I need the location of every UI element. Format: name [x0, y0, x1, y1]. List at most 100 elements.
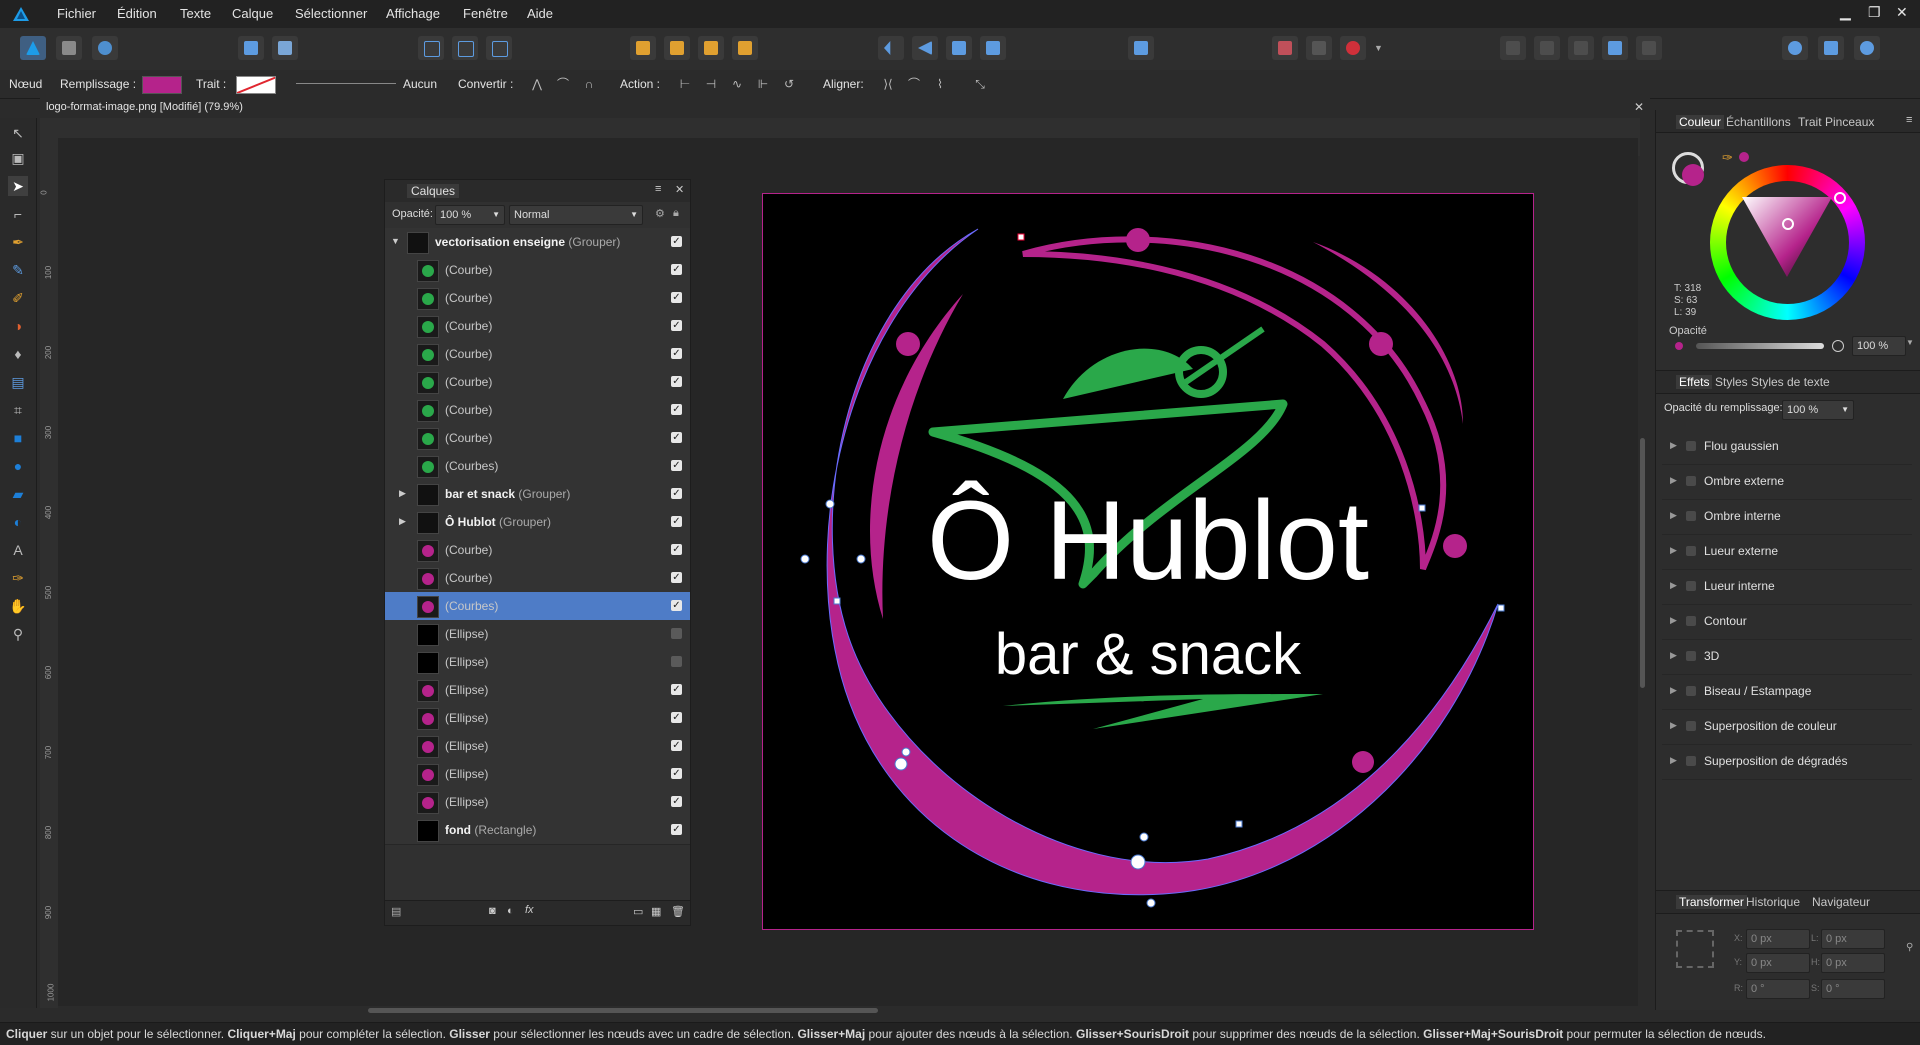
effect-row[interactable]: ▶ Lueur interne	[1662, 570, 1912, 605]
layer-row[interactable]: (Courbes) ✓	[385, 452, 690, 481]
effect-row[interactable]: ▶ Lueur externe	[1662, 535, 1912, 570]
layer-row[interactable]: (Ellipse) ✓	[385, 676, 690, 705]
layer-visibility-checkbox[interactable]: ✓	[671, 348, 682, 359]
document-tab[interactable]: logo-format-image.png [Modifié] (79.9%) …	[40, 98, 1650, 118]
layer-visibility-checkbox[interactable]	[671, 628, 682, 639]
opacity-slider-handle[interactable]	[1832, 340, 1844, 352]
chevron-right-icon[interactable]: ▶	[1670, 650, 1677, 661]
layer-row[interactable]: (Ellipse)	[385, 620, 690, 649]
layer-row[interactable]: ▼ vectorisation enseigne (Grouper) ✓	[385, 228, 690, 257]
blend-mode-select[interactable]: Normal ▼	[509, 205, 643, 225]
chevron-right-icon[interactable]: ▶	[399, 488, 406, 499]
align-nodes-1-button[interactable]: ⟩⟨	[878, 74, 898, 94]
minimize-button[interactable]: ▁	[1840, 4, 1851, 21]
mask-icon[interactable]: ◙	[489, 905, 496, 917]
node-handle[interactable]	[1235, 820, 1243, 828]
effect-row[interactable]: ▶ Contour	[1662, 605, 1912, 640]
layer-visibility-checkbox[interactable]: ✓	[671, 516, 682, 527]
add-layer-icon[interactable]: ▭	[633, 905, 643, 918]
export-persona-button[interactable]	[92, 36, 118, 60]
layer-visibility-checkbox[interactable]: ✓	[671, 796, 682, 807]
join-curves-button[interactable]: ⊩	[753, 74, 773, 94]
node-handle[interactable]	[833, 597, 841, 605]
layer-row[interactable]: (Ellipse)	[385, 648, 690, 677]
layer-row[interactable]: (Courbe) ✓	[385, 340, 690, 369]
layer-row[interactable]: ▶ Ô Hublot (Grouper) ✓	[385, 508, 690, 537]
effect-checkbox[interactable]	[1686, 651, 1696, 661]
layer-row[interactable]: (Ellipse) ✓	[385, 788, 690, 817]
chevron-right-icon[interactable]: ▶	[1670, 720, 1677, 731]
zoom-tool-icon[interactable]: ⚲	[8, 624, 28, 644]
chevron-right-icon[interactable]: ▶	[1670, 685, 1677, 696]
arrange-forward-button[interactable]	[698, 36, 724, 60]
effect-checkbox[interactable]	[1686, 616, 1696, 626]
effect-checkbox[interactable]	[1686, 721, 1696, 731]
close-curve-button[interactable]: ⊣	[701, 74, 721, 94]
fx-icon[interactable]: fx	[525, 904, 534, 916]
reverse-curve-button[interactable]: ↺	[779, 74, 799, 94]
layer-row[interactable]: (Courbe) ✓	[385, 564, 690, 593]
node-tool-icon[interactable]: ➤	[8, 176, 28, 196]
layer-row[interactable]: (Ellipse) ✓	[385, 760, 690, 789]
layer-visibility-checkbox[interactable]: ✓	[671, 404, 682, 415]
color-picker-tool-icon[interactable]: ✑	[8, 568, 28, 588]
menu-affichage[interactable]: Affichage	[386, 6, 440, 21]
hue-handle[interactable]	[1834, 192, 1846, 204]
assistant-button[interactable]	[1782, 36, 1808, 60]
menu-aide[interactable]: Aide	[527, 6, 553, 21]
node-handle[interactable]	[1497, 604, 1505, 612]
layer-row[interactable]: fond (Rectangle) ✓	[385, 816, 690, 845]
snapping-options-button[interactable]	[272, 36, 298, 60]
node-handle[interactable]	[856, 554, 866, 564]
logo-artwork[interactable]: Ô Hublot bar & snack	[763, 194, 1533, 929]
node-handle[interactable]	[894, 757, 908, 771]
arrange-front-button[interactable]	[732, 36, 758, 60]
panel-menu-icon[interactable]: ≡	[655, 183, 661, 195]
layer-visibility-checkbox[interactable]: ✓	[671, 376, 682, 387]
fill-tool-icon[interactable]: ◑	[8, 316, 28, 336]
arrange-backward-button[interactable]	[664, 36, 690, 60]
corner-tool-icon[interactable]: ⌐	[8, 204, 28, 224]
opacity-field[interactable]: 100 %	[1852, 336, 1906, 356]
studio-button[interactable]	[1854, 36, 1880, 60]
node-handle[interactable]	[1017, 233, 1025, 241]
align-button[interactable]	[1128, 36, 1154, 60]
flip-vertical-button[interactable]	[912, 36, 938, 60]
affinity-designer-logo-icon[interactable]	[12, 6, 30, 22]
effect-checkbox[interactable]	[1686, 686, 1696, 696]
view-mode-1-button[interactable]	[418, 36, 444, 60]
layer-options-icon[interactable]: ▤	[391, 905, 401, 918]
tab-historique[interactable]: Historique	[1746, 895, 1800, 909]
shear-field[interactable]: 0 °	[1821, 979, 1885, 999]
menu-fichier[interactable]: Fichier	[57, 6, 96, 21]
adjustment-icon[interactable]: ◐	[507, 905, 514, 917]
chevron-right-icon[interactable]: ▶	[1670, 440, 1677, 451]
layer-row[interactable]: (Ellipse) ✓	[385, 732, 690, 761]
delete-layer-icon[interactable]: 🗑︎	[671, 905, 685, 918]
convert-sharp-button[interactable]: ⋀	[527, 74, 547, 94]
rounded-rectangle-tool-icon[interactable]: ▰	[8, 484, 28, 504]
lock-aspect-icon[interactable]: ⚲	[1906, 942, 1913, 953]
grid-button[interactable]	[1272, 36, 1298, 60]
panel-menu-icon[interactable]: ≡	[1906, 114, 1912, 126]
tab-couleur[interactable]: Couleur	[1676, 115, 1725, 129]
stroke-style-value[interactable]: Aucun	[403, 77, 437, 91]
boolean-add-button[interactable]	[1500, 36, 1526, 60]
color-picker-icon[interactable]: ✑	[1722, 150, 1733, 166]
chevron-down-icon[interactable]: ▼	[1906, 338, 1914, 347]
effect-checkbox[interactable]	[1686, 511, 1696, 521]
layer-visibility-checkbox[interactable]: ✓	[671, 684, 682, 695]
close-document-button[interactable]: ✕	[1634, 100, 1644, 114]
layer-row[interactable]: (Courbe) ✓	[385, 396, 690, 425]
layer-visibility-checkbox[interactable]: ✓	[671, 544, 682, 555]
tab-styles[interactable]: Styles	[1715, 375, 1748, 389]
layer-visibility-checkbox[interactable]: ✓	[671, 572, 682, 583]
node-handle[interactable]	[1418, 504, 1426, 512]
boolean-xor-button[interactable]	[1602, 36, 1628, 60]
fill-color-swatch[interactable]	[142, 76, 182, 94]
shape-tool-icon[interactable]: ◐	[8, 512, 28, 532]
opacity-slider[interactable]	[1696, 343, 1824, 349]
boolean-intersect-button[interactable]	[1568, 36, 1594, 60]
snapping-dropdown-chevron-icon[interactable]: ▼	[1374, 43, 1383, 53]
node-handle[interactable]	[800, 554, 810, 564]
